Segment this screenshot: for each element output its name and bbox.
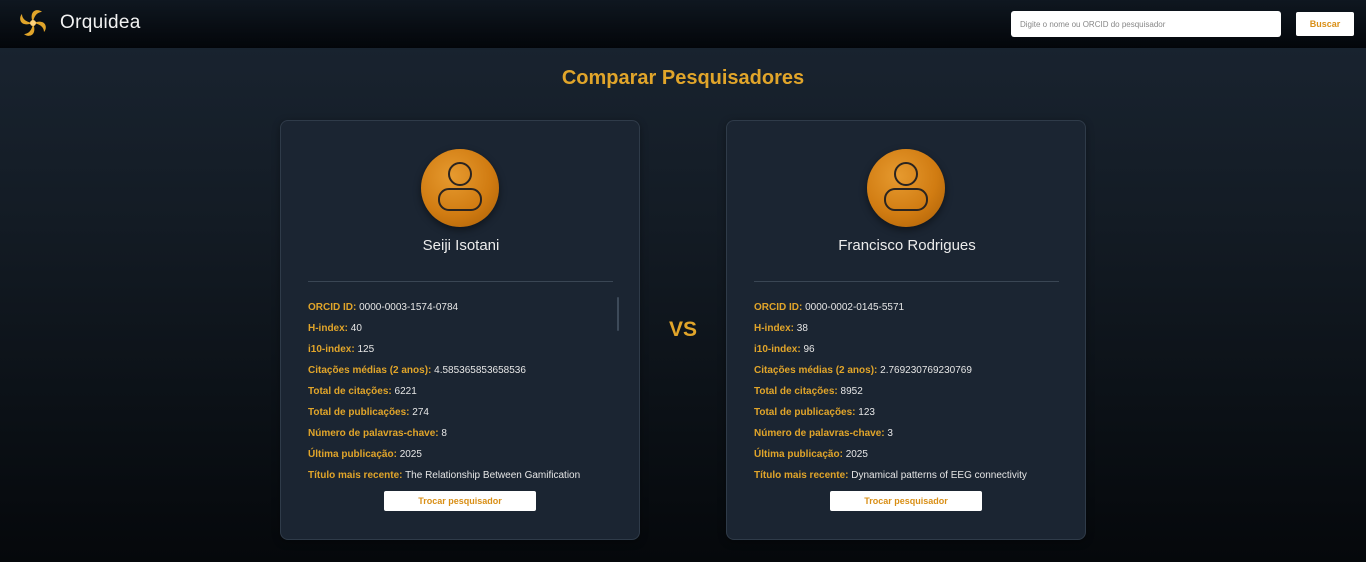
info-row-keywords: Número de palavras-chave: 3 xyxy=(754,423,1059,444)
info-row-h-index: H-index: 38 xyxy=(754,318,1059,339)
info-value: 125 xyxy=(357,344,375,355)
info-row-orcid: ORCID ID: 0000-0003-1574-0784 xyxy=(308,297,613,318)
avatar xyxy=(867,149,945,227)
researcher-card: Francisco Rodrigues ORCID ID: 0000-0002-… xyxy=(726,120,1086,540)
avatar xyxy=(421,149,499,227)
info-label: ORCID ID: xyxy=(308,302,357,313)
info-label: Número de palavras-chave: xyxy=(754,428,885,439)
search-input[interactable] xyxy=(1011,11,1281,37)
info-row-total-citations: Total de citações: 8952 xyxy=(754,381,1059,402)
divider xyxy=(308,281,613,282)
info-value: 38 xyxy=(796,323,808,334)
info-value: 2025 xyxy=(399,449,422,460)
swap-researcher-button[interactable]: Trocar pesquisador xyxy=(830,491,982,511)
scrollbar[interactable] xyxy=(617,297,619,331)
researcher-name: Francisco Rodrigues xyxy=(838,237,976,254)
info-row-total-publications: Total de publicações: 274 xyxy=(308,402,613,423)
info-label: ORCID ID: xyxy=(754,302,803,313)
info-label: H-index: xyxy=(308,323,348,334)
info-value: 4.585365853658536 xyxy=(434,365,526,376)
info-value: 3 xyxy=(887,428,893,439)
info-value: 274 xyxy=(412,407,429,418)
info-label: Número de palavras-chave: xyxy=(308,428,439,439)
info-value: 0000-0002-0145-5571 xyxy=(805,302,905,313)
info-value: 2.769230769230769 xyxy=(880,365,972,376)
info-label: Título mais recente: xyxy=(308,470,403,480)
info-row-total-publications: Total de publicações: 123 xyxy=(754,402,1059,423)
info-label: Título mais recente: xyxy=(754,470,849,480)
info-value: The Relationship Between Gamification xyxy=(405,470,581,480)
info-value: 6221 xyxy=(394,386,417,397)
info-value: 123 xyxy=(858,407,875,418)
info-value: 8 xyxy=(441,428,447,439)
divider xyxy=(754,281,1059,282)
vs-label: VS xyxy=(668,318,697,341)
info-row-last-publication: Última publicação: 2025 xyxy=(754,444,1059,465)
info-row-last-publication: Última publicação: 2025 xyxy=(308,444,613,465)
search-button[interactable]: Buscar xyxy=(1296,12,1354,36)
researcher-info-list[interactable]: ORCID ID: 0000-0003-1574-0784 H-index: 4… xyxy=(308,297,613,480)
info-row-keywords: Número de palavras-chave: 8 xyxy=(308,423,613,444)
info-label: i10-index: xyxy=(754,344,801,355)
orchid-logo-icon[interactable] xyxy=(16,6,50,40)
info-value: 2025 xyxy=(845,449,868,460)
info-value: 40 xyxy=(350,323,362,334)
info-row-h-index: H-index: 40 xyxy=(308,318,613,339)
info-row-i10-index: i10-index: 96 xyxy=(754,339,1059,360)
info-value: Dynamical patterns of EEG connectivity xyxy=(851,470,1027,480)
info-label: Total de citações: xyxy=(308,386,392,397)
info-label: Total de publicações: xyxy=(308,407,410,418)
info-value: 8952 xyxy=(840,386,863,397)
info-value: 0000-0003-1574-0784 xyxy=(359,302,459,313)
info-row-orcid: ORCID ID: 0000-0002-0145-5571 xyxy=(754,297,1059,318)
swap-researcher-button[interactable]: Trocar pesquisador xyxy=(384,491,536,511)
info-label: Última publicação: xyxy=(754,449,843,460)
info-row-avg-citations: Citações médias (2 anos): 4.585365853658… xyxy=(308,360,613,381)
researcher-name: Seiji Isotani xyxy=(422,237,500,254)
info-label: Total de citações: xyxy=(754,386,838,397)
info-label: Última publicação: xyxy=(308,449,397,460)
brand-name[interactable]: Orquidea xyxy=(60,12,141,34)
info-row-total-citations: Total de citações: 6221 xyxy=(308,381,613,402)
info-label: H-index: xyxy=(754,323,794,334)
page-title: Comparar Pesquisadores xyxy=(561,67,805,89)
researcher-info-list[interactable]: ORCID ID: 0000-0002-0145-5571 H-index: 3… xyxy=(754,297,1059,480)
info-label: i10-index: xyxy=(308,344,355,355)
info-row-avg-citations: Citações médias (2 anos): 2.769230769230… xyxy=(754,360,1059,381)
info-row-recent-title: Título mais recente: The Relationship Be… xyxy=(308,465,613,480)
info-row-recent-title: Título mais recente: Dynamical patterns … xyxy=(754,465,1059,480)
info-row-i10-index: i10-index: 125 xyxy=(308,339,613,360)
info-label: Total de publicações: xyxy=(754,407,856,418)
info-label: Citações médias (2 anos): xyxy=(308,365,432,376)
researcher-card: Seiji Isotani ORCID ID: 0000-0003-1574-0… xyxy=(280,120,640,540)
info-label: Citações médias (2 anos): xyxy=(754,365,878,376)
user-icon xyxy=(884,162,928,211)
top-navbar: Orquidea Buscar xyxy=(0,0,1366,48)
info-value: 96 xyxy=(803,344,815,355)
user-icon xyxy=(438,162,482,211)
